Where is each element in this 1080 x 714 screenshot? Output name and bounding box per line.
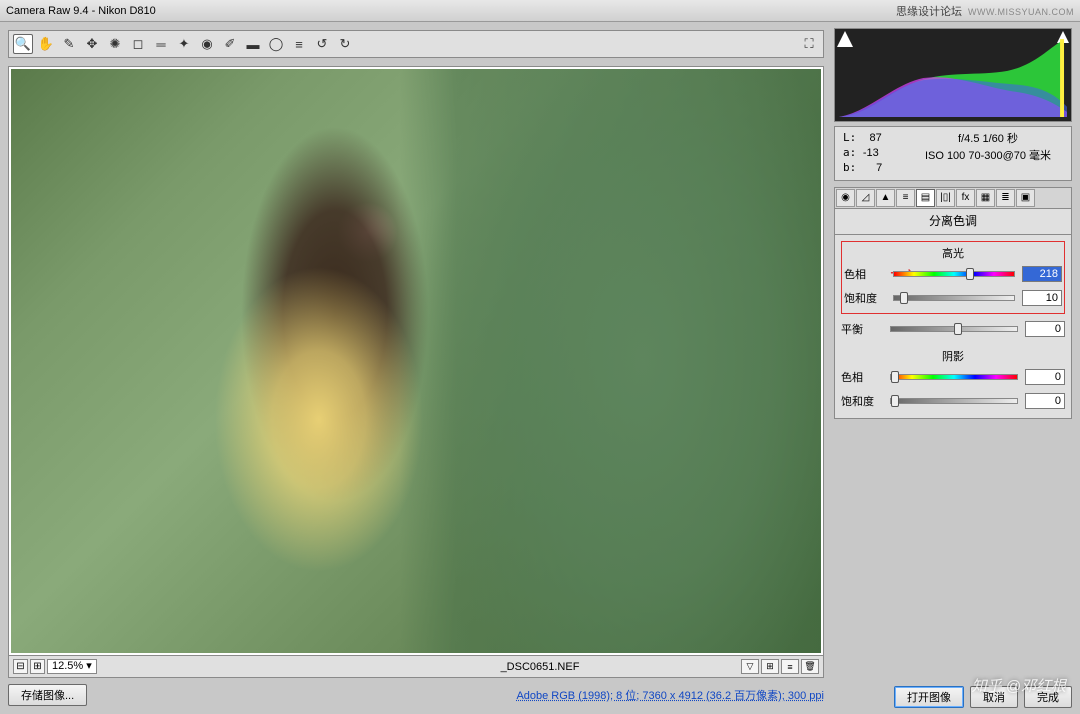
window-title: Camera Raw 9.4 - Nikon D810 — [6, 5, 156, 17]
zoom-select[interactable]: 12.5% ▾ — [47, 659, 97, 674]
highlights-sat-slider[interactable] — [893, 295, 1015, 301]
adjust-brush-icon[interactable]: ✐ — [220, 34, 240, 54]
fullscreen-icon[interactable]: ⛶ — [799, 34, 819, 54]
hand-tool-icon[interactable]: ✋ — [36, 34, 56, 54]
highlights-label: 高光 — [844, 245, 1062, 261]
tab-snapshots[interactable]: ▣ — [1016, 189, 1035, 207]
menu-icon[interactable]: ≡ — [781, 659, 799, 674]
tab-calib[interactable]: ▦ — [976, 189, 995, 207]
highlights-hue-slider[interactable] — [893, 271, 1015, 277]
spot-removal-icon[interactable]: ✦ — [174, 34, 194, 54]
radial-filter-icon[interactable]: ◯ — [266, 34, 286, 54]
tab-fx[interactable]: fx — [956, 189, 975, 207]
tab-detail[interactable]: ▲ — [876, 189, 895, 207]
rotate-cw-icon[interactable]: ↻ — [335, 34, 355, 54]
prefs-icon[interactable]: ≡ — [289, 34, 309, 54]
redeye-icon[interactable]: ◉ — [197, 34, 217, 54]
zoom-out-icon[interactable]: ⊟ — [13, 659, 28, 674]
main-toolbar: 🔍 ✋ ✎ ✥ ✺ ◻ ═ ✦ ◉ ✐ ▬ ◯ ≡ ↺ ↻ ⛶ — [8, 30, 824, 58]
preview-footer: ⊟ ⊞ 12.5% ▾ _DSC0651.NEF ▽ ⊞ ≡ 🗑 — [8, 656, 824, 678]
workflow-link[interactable]: Adobe RGB (1998); 8 位; 7360 x 4912 (36.2… — [516, 687, 824, 703]
title-bar: Camera Raw 9.4 - Nikon D810 思缘设计论坛WWW.MI… — [0, 0, 1080, 22]
tab-hsl[interactable]: ≡ — [896, 189, 915, 207]
filename-label: _DSC0651.NEF — [501, 661, 580, 673]
shadows-hue-row: 色相 — [841, 368, 1065, 386]
trash-icon[interactable]: 🗑 — [801, 659, 819, 674]
zoom-in-icon[interactable]: ⊞ — [30, 659, 45, 674]
highlights-group-marked: 高光 色相 ⟶ 饱和度 → — [841, 241, 1065, 314]
highlights-sat-row: 饱和度 → — [844, 289, 1062, 307]
histogram[interactable] — [834, 28, 1072, 122]
rotate-ccw-icon[interactable]: ↺ — [312, 34, 332, 54]
split-toning-panel: 高光 色相 ⟶ 饱和度 → 平衡 — [834, 234, 1072, 419]
filter-icon[interactable]: ▽ — [741, 659, 759, 674]
balance-value[interactable] — [1025, 321, 1065, 337]
highlights-hue-row: 色相 ⟶ — [844, 265, 1062, 283]
shadows-label: 阴影 — [841, 348, 1065, 364]
tab-basic[interactable]: ◉ — [836, 189, 855, 207]
image-preview[interactable] — [8, 66, 824, 656]
readout-box: L: 87 a: -13 b: 7 f/4.5 1/60 秒 ISO 100 7… — [834, 126, 1072, 181]
zoom-tool-icon[interactable]: 🔍 — [13, 34, 33, 54]
shadows-sat-slider[interactable] — [890, 398, 1018, 404]
eyedropper-icon[interactable]: ✎ — [59, 34, 79, 54]
crop-icon[interactable]: ◻ — [128, 34, 148, 54]
color-sampler-icon[interactable]: ✥ — [82, 34, 102, 54]
tab-lens[interactable]: |▯| — [936, 189, 955, 207]
shadows-sat-value[interactable] — [1025, 393, 1065, 409]
branding: 思缘设计论坛WWW.MISSYUAN.COM — [896, 3, 1074, 19]
highlights-hue-value[interactable] — [1022, 266, 1062, 282]
graduated-filter-icon[interactable]: ▬ — [243, 34, 263, 54]
tab-presets[interactable]: ≣ — [996, 189, 1015, 207]
lab-readout: L: 87 a: -13 b: 7 — [843, 131, 903, 176]
save-image-button[interactable]: 存储图像... — [8, 684, 87, 706]
targeted-adjust-icon[interactable]: ✺ — [105, 34, 125, 54]
straighten-icon[interactable]: ═ — [151, 34, 171, 54]
tab-curve[interactable]: ◿ — [856, 189, 875, 207]
panel-title: 分离色调 — [834, 209, 1072, 235]
panel-tabs: ◉ ◿ ▲ ≡ ▤ |▯| fx ▦ ≣ ▣ — [834, 187, 1072, 209]
watermark: 知乎 @邓红根 — [972, 675, 1066, 696]
shadows-sat-row: 饱和度 — [841, 392, 1065, 410]
tab-split-toning[interactable]: ▤ — [916, 189, 935, 207]
balance-row: 平衡 — [841, 320, 1065, 338]
shadows-hue-value[interactable] — [1025, 369, 1065, 385]
rating-icon[interactable]: ⊞ — [761, 659, 779, 674]
balance-slider[interactable] — [890, 326, 1018, 332]
highlights-sat-value[interactable] — [1022, 290, 1062, 306]
shadows-hue-slider[interactable] — [890, 374, 1018, 380]
open-image-button[interactable]: 打开图像 — [894, 686, 964, 708]
exif-readout: f/4.5 1/60 秒 ISO 100 70-300@70 毫米 — [913, 131, 1063, 176]
